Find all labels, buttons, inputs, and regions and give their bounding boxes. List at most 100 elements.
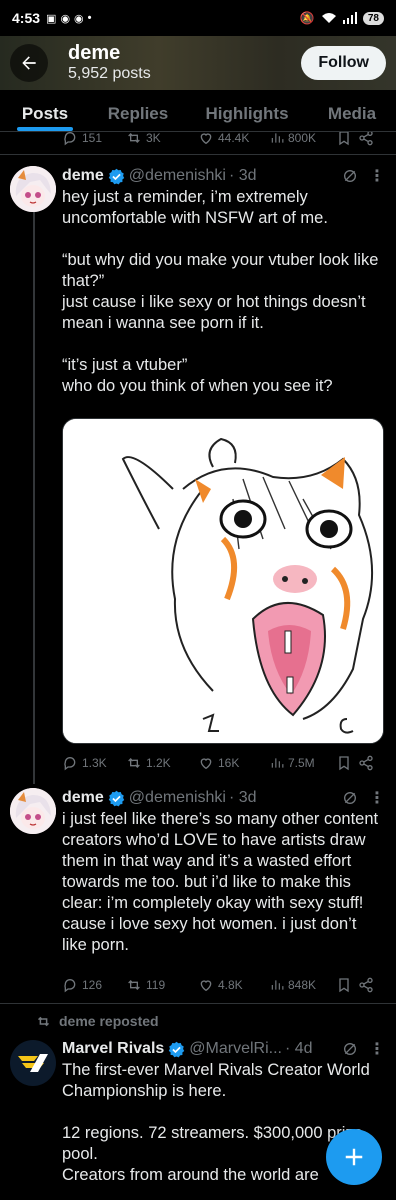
reply-count: 1.3K [82, 756, 107, 770]
avatar-image [10, 166, 56, 212]
author-handle[interactable]: @demenishki [129, 167, 226, 185]
previous-tweet-actions: 151 3K 44.4K 800K [62, 132, 380, 150]
tab-label: Media [327, 104, 377, 123]
repost-count: 3K [146, 132, 161, 145]
author-name[interactable]: deme [62, 167, 104, 185]
more-options-icon[interactable]: ⋮ [369, 788, 385, 808]
like-button[interactable]: 4.8K [198, 977, 270, 993]
divider [0, 154, 396, 155]
verified-badge-icon [169, 1041, 185, 1057]
status-bar: 4:53 ▣ ◉ ◉ • 🔕 78 [0, 0, 396, 36]
tab-replies[interactable]: Replies [90, 90, 186, 131]
like-button[interactable]: 44.4K [198, 132, 270, 146]
avatar[interactable] [10, 1040, 56, 1086]
like-button[interactable]: 16K [198, 755, 270, 771]
grok-icon[interactable] [342, 790, 358, 806]
screenshot-icon: ▣ [46, 12, 57, 25]
plus-icon [345, 1148, 363, 1166]
share-icon [359, 132, 373, 146]
tweet-time: · 3d [228, 789, 257, 806]
repost-count: 119 [146, 978, 166, 992]
repost-icon [128, 133, 140, 143]
author-handle[interactable]: @demenishki [129, 789, 226, 807]
share-button[interactable] [358, 977, 380, 993]
views-button[interactable]: 848K [270, 978, 336, 992]
grok-icon[interactable] [342, 1041, 358, 1057]
share-button[interactable] [358, 132, 380, 146]
discord-icon-2: ◉ [74, 12, 84, 25]
compose-button[interactable] [326, 1129, 382, 1185]
tab-label: Posts [21, 104, 69, 123]
more-options-icon[interactable]: ⋮ [369, 166, 385, 186]
views-count: 800K [288, 132, 317, 145]
heart-icon [200, 758, 212, 770]
divider [0, 1003, 396, 1004]
bookmark-icon [339, 978, 349, 993]
repost-label[interactable]: deme reposted [59, 1013, 159, 1029]
tab-posts[interactable]: Posts [0, 90, 90, 131]
repost-button[interactable]: 119 [126, 977, 198, 993]
share-icon [359, 755, 373, 771]
notification-icons: ▣ ◉ ◉ • [46, 12, 91, 25]
tab-highlights[interactable]: Highlights [186, 90, 308, 131]
bookmark-icon [339, 132, 349, 146]
repost-button[interactable]: 1.2K [126, 755, 198, 771]
views-count: 848K [288, 978, 317, 992]
tweet-header: deme @demenishki · 3d ⋮ [62, 787, 386, 809]
bookmark-icon [339, 756, 349, 771]
repost-icon [128, 758, 140, 768]
tab-label: Replies [107, 104, 169, 123]
verified-badge-icon [108, 790, 125, 806]
marvel-rivals-logo-icon [18, 1054, 48, 1072]
reply-icon [64, 756, 76, 771]
dot-icon: • [87, 11, 92, 24]
author-name[interactable]: deme [62, 789, 104, 807]
views-icon [271, 758, 284, 768]
tweet-image[interactable] [62, 418, 384, 744]
signal-icon [342, 12, 357, 24]
share-button[interactable] [358, 755, 380, 771]
views-count: 7.5M [288, 756, 315, 770]
tweet-text: hey just a reminder, i’m extremely uncom… [62, 188, 379, 395]
avatar[interactable] [10, 788, 56, 834]
like-count: 16K [218, 756, 240, 770]
reply-count: 151 [82, 132, 103, 145]
tweet-text: i just feel like there’s so many other c… [62, 810, 379, 954]
bookmark-button[interactable] [336, 977, 358, 993]
tweet-2-actions: 126 119 4.8K 848K [62, 976, 380, 994]
bookmark-button[interactable] [336, 132, 358, 146]
reply-button[interactable]: 1.3K [62, 755, 126, 771]
views-button[interactable]: 7.5M [270, 756, 336, 770]
reply-button[interactable]: 151 [62, 132, 126, 146]
wifi-icon [321, 13, 336, 23]
clock: 4:53 [12, 10, 41, 26]
reply-button[interactable]: 126 [62, 977, 126, 993]
thread-line [33, 212, 35, 784]
tweet-text: The first-ever Marvel Rivals Creator Wor… [62, 1061, 370, 1184]
avatar[interactable] [10, 166, 56, 212]
repost-icon [37, 1016, 50, 1026]
tab-media[interactable]: Media [308, 90, 396, 131]
views-button[interactable]: 800K [270, 132, 336, 145]
profile-header: deme 5,952 posts Follow [0, 36, 396, 90]
like-count: 4.8K [218, 978, 243, 992]
repost-indicator: deme reposted [36, 1013, 159, 1029]
heart-icon [200, 133, 212, 145]
more-options-icon[interactable]: ⋮ [369, 1039, 385, 1059]
mute-icon: 🔕 [299, 11, 315, 25]
views-icon [271, 980, 284, 990]
author-name[interactable]: Marvel Rivals [62, 1040, 164, 1058]
back-button[interactable] [10, 44, 48, 82]
discord-icon: ◉ [60, 12, 71, 25]
author-handle[interactable]: @MarvelRi... [189, 1040, 282, 1058]
profile-name: deme [68, 42, 121, 64]
follow-button[interactable]: Follow [301, 46, 386, 80]
heart-icon [200, 980, 212, 992]
repost-button[interactable]: 3K [126, 132, 198, 146]
tweet-time: · 4d [284, 1040, 313, 1057]
post-count: 5,952 posts [68, 65, 151, 82]
repost-count: 1.2K [146, 756, 171, 770]
tweet-header: Marvel Rivals @MarvelRi... · 4d ⋮ [62, 1038, 386, 1060]
bookmark-button[interactable] [336, 755, 358, 771]
grok-icon[interactable] [342, 168, 358, 184]
